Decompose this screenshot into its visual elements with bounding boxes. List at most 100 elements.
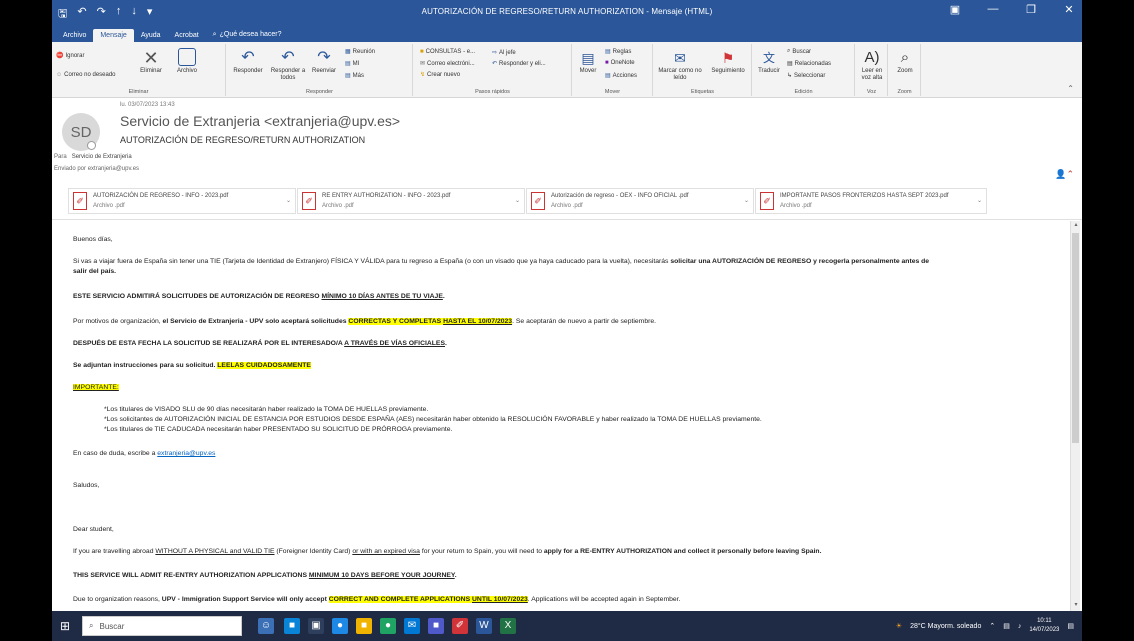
scrollbar-thumb[interactable]	[1072, 233, 1079, 443]
archive-button[interactable]: Archivo	[170, 48, 204, 75]
tab-acrobat[interactable]: Acrobat	[168, 29, 206, 42]
folder-icon[interactable]: ■	[356, 618, 372, 634]
followup-button[interactable]: ⚑ Seguimiento	[706, 48, 750, 75]
move-button[interactable]: ▤ Mover	[575, 48, 601, 75]
word-icon[interactable]: W	[476, 618, 492, 634]
attachment-item[interactable]: ✐ IMPORTANTE PASOS FRONTERIZOS HASTA SEP…	[755, 188, 987, 214]
chevron-down-icon[interactable]: ⌄	[286, 197, 291, 204]
p5-bold: Se adjuntan instrucciones para su solici…	[73, 362, 218, 369]
translate-label: Traducir	[758, 68, 780, 74]
e3-bold: UPV - Immigration Support Service will o…	[161, 596, 329, 603]
explorer-icon[interactable]: ■	[284, 618, 300, 634]
network-icon[interactable]: ▤	[1003, 622, 1010, 630]
to-field: Para Servicio de Extranjeria	[54, 154, 132, 160]
quickstep-consultas[interactable]: ■ CONSULTAS - e...	[420, 49, 475, 55]
attachment-name: Autorización de regreso - OEX - INFO OFI…	[551, 193, 689, 199]
edge-icon[interactable]: ●	[332, 618, 348, 634]
close-icon[interactable]: ✕	[1060, 3, 1078, 16]
e1-text: If you are travelling abroad	[73, 548, 156, 555]
forward-button[interactable]: ↷ Reenviar	[309, 48, 339, 75]
delete-x-icon: ✕	[143, 48, 159, 68]
task-view-icon[interactable]: ▣	[308, 618, 324, 634]
read-aloud-button[interactable]: A) Leer en voz alta	[858, 48, 886, 82]
clock[interactable]: 10:11 14/07/2023	[1029, 617, 1059, 635]
tab-ayuda[interactable]: Ayuda	[134, 29, 168, 42]
excel-icon[interactable]: X	[500, 618, 516, 634]
tell-me-box[interactable]: ⌕ ¿Qué desea hacer?	[206, 28, 289, 42]
attachment-item[interactable]: ✐ AUTORIZACIÓN DE REGRESO - INFO - 2023.…	[68, 188, 296, 214]
to-recipient[interactable]: Servicio de Extranjeria	[72, 154, 132, 160]
notifications-icon[interactable]: ▤	[1067, 622, 1074, 630]
group-zoom: ⌕ Zoom Zoom	[889, 44, 921, 96]
reply-button[interactable]: ↶ Responder	[229, 48, 267, 75]
attachment-item[interactable]: ✐ Autorización de regreso - OEX - INFO O…	[526, 188, 754, 214]
zoom-button[interactable]: ⌕ Zoom	[891, 48, 919, 75]
to-label: Para	[54, 154, 67, 160]
im-button[interactable]: ▤ MI	[345, 60, 359, 68]
meeting-button[interactable]: ▦ Reunión	[345, 48, 375, 56]
volume-icon[interactable]: ♪	[1018, 623, 1022, 630]
attachment-type: Archivo .pdf	[780, 203, 812, 209]
delete-label: Eliminar	[140, 68, 162, 74]
attachment-item[interactable]: ✐ RE ENTRY AUTHORIZATION - INFO - 2023.p…	[297, 188, 525, 214]
windows-start-icon[interactable]: ⊞	[60, 619, 74, 633]
pdf-icon: ✐	[531, 192, 545, 210]
select-icon: ↳	[787, 73, 793, 79]
translate-button[interactable]: 文 Traducir	[755, 48, 783, 75]
teams-icon[interactable]: ■	[428, 618, 444, 634]
group-respond: ↶ Responder ↶ Responder a todos ↷ Reenvi…	[227, 44, 413, 96]
more-respond-button[interactable]: ▤ Más	[345, 72, 364, 80]
scroll-up-icon[interactable]: ▴	[1071, 221, 1081, 231]
sender-name[interactable]: Servicio de Extranjeria <extranjeria@upv…	[120, 113, 400, 129]
ignore-button[interactable]: ⛔ Ignorar	[56, 52, 85, 60]
followup-label: Seguimiento	[711, 68, 745, 74]
outlook-icon[interactable]: ✉	[404, 618, 420, 634]
p2-bold: ESTE SERVICIO ADMITIRÁ SOLICITUDES DE AU…	[73, 293, 322, 300]
taskbar-search[interactable]: ⌕ Buscar	[82, 616, 242, 636]
paragraph-1-cont: salir del país.	[73, 267, 116, 277]
message-body[interactable]: Buenos días, Si vas a viajar fuera de Es…	[52, 221, 1082, 611]
select-button[interactable]: ↳ Seleccionar	[787, 72, 825, 80]
rules-button[interactable]: ▤ Reglas	[605, 48, 631, 56]
tab-archivo[interactable]: Archivo	[56, 29, 93, 42]
weather-text[interactable]: 28°C Mayorm. soleado	[910, 623, 981, 630]
delete-button[interactable]: ✕ Eliminar	[134, 48, 168, 75]
junk-button[interactable]: ☺ Correo no deseado	[56, 72, 116, 78]
quickstep-to-boss[interactable]: ⇨ Al jefe	[492, 49, 516, 57]
quickstep-reply-delete[interactable]: ↶ Responder y eli...	[492, 60, 546, 68]
minimize-icon[interactable]: —	[984, 3, 1002, 16]
quickstep-email[interactable]: ✉ Correo electróni...	[420, 60, 475, 68]
scroll-down-icon[interactable]: ▾	[1071, 601, 1081, 611]
chevron-down-icon[interactable]: ⌄	[515, 197, 520, 204]
find-button[interactable]: ⌕ Buscar	[787, 48, 811, 55]
people-icon[interactable]: ☺	[258, 618, 274, 634]
greeting: Buenos días,	[73, 236, 113, 243]
acrobat-icon[interactable]: ✐	[452, 618, 468, 634]
group-edit: 文 Traducir ⌕ Buscar ▤ Relacionadas ↳ Sel…	[753, 44, 855, 96]
pdf-icon: ✐	[760, 192, 774, 210]
contact-card-icon[interactable]: 👤⌃	[1055, 169, 1074, 180]
system-tray: ☀ 28°C Mayorm. soleado ⌃ ▤ ♪ 10:11 14/07…	[896, 617, 1074, 635]
chrome-icon[interactable]: ●	[380, 618, 396, 634]
chevron-down-icon[interactable]: ⌄	[744, 197, 749, 204]
p1-bold: solicitar una AUTORIZACIÓN DE REGRESO y …	[670, 258, 930, 265]
quickstep-create-new[interactable]: ↯ Crear nuevo	[420, 71, 460, 79]
reply-all-button[interactable]: ↶ Responder a todos	[269, 48, 307, 82]
onenote-button[interactable]: ■ OneNote	[605, 60, 635, 66]
important-label: IMPORTANTE:	[73, 384, 119, 391]
related-button[interactable]: ▤ Relacionadas	[787, 60, 831, 68]
email-link[interactable]: extranjeria@upv.es	[157, 450, 215, 457]
tab-mensaje[interactable]: Mensaje	[93, 29, 134, 42]
search-icon: ⌕	[787, 48, 791, 54]
presence-icon	[87, 141, 96, 150]
maximize-icon[interactable]: ❐	[1022, 3, 1040, 16]
vertical-scrollbar[interactable]: ▴ ▾	[1070, 221, 1080, 611]
read-aloud-icon: A)	[864, 49, 880, 66]
mark-unread-button[interactable]: ✉ Marcar como no leído	[656, 48, 704, 82]
p3-text: Por motivos de organización,	[73, 318, 163, 325]
chevron-up-icon[interactable]: ⌃	[989, 622, 995, 630]
actions-button[interactable]: ▤ Acciones	[605, 72, 637, 80]
ribbon-display-icon[interactable]: ▣	[946, 3, 964, 16]
chevron-down-icon[interactable]: ⌄	[977, 197, 982, 204]
collapse-ribbon-icon[interactable]: ⌃	[1067, 84, 1074, 93]
